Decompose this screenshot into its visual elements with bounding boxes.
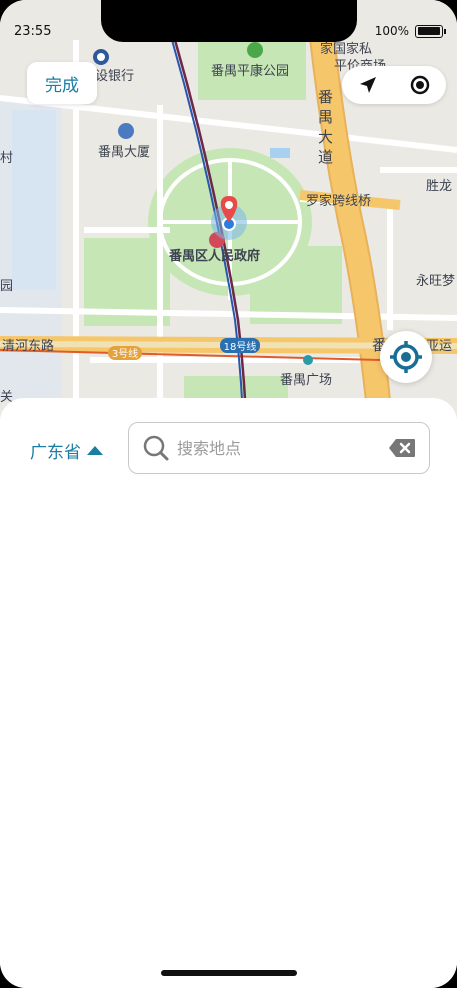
map-label-cun: 村: [0, 151, 13, 166]
plaza-poi-icon: [303, 355, 313, 365]
map-label-line3: 3号线: [112, 347, 138, 360]
map-label-park: 番禺平康公园: [211, 63, 289, 79]
search-box: [128, 422, 430, 474]
battery-percent: 100%: [374, 24, 409, 38]
triangle-up-icon: [87, 446, 103, 455]
status-time: 23:55: [14, 24, 52, 39]
battery-icon: [415, 24, 446, 38]
home-indicator[interactable]: [161, 970, 297, 976]
building-poi-icon: [118, 123, 134, 139]
search-sheet: 广东省: [0, 398, 457, 988]
notch: [101, 0, 357, 42]
map-label-building: 番禺大厦: [98, 145, 150, 160]
status-battery: 100%: [374, 24, 446, 38]
done-button[interactable]: 完成: [27, 62, 97, 104]
province-selector[interactable]: 广东省: [30, 438, 103, 463]
map-controls: [342, 66, 446, 104]
map-label-qinghe: 清河东路: [2, 338, 54, 354]
map-label-yuan: 园: [0, 279, 13, 294]
park-poi-icon: [247, 42, 263, 58]
map-label-yongwang: 永旺梦: [416, 274, 455, 289]
navigate-arrow-icon[interactable]: [348, 66, 388, 104]
map-label-plaza: 番禺广场: [280, 373, 332, 388]
map-label-shop1: 家国家私: [320, 41, 372, 57]
map-label-govt: 番禺区人民政府: [168, 248, 260, 264]
map-label-line18: 18号线: [224, 340, 257, 353]
search-icon: [141, 433, 171, 463]
map-label-bank: 设银行: [95, 69, 134, 84]
crosshair-locate-icon: [390, 341, 422, 373]
map-label-shenglong: 胜龙: [426, 179, 452, 194]
locate-button[interactable]: [380, 331, 432, 383]
search-input[interactable]: [175, 437, 387, 459]
backspace-clear-icon[interactable]: [387, 433, 417, 463]
province-label: 广东省: [30, 443, 81, 463]
record-circle-icon[interactable]: [400, 66, 440, 104]
phone-screen: 3号线 18号线 设银行 番禺平康公园 家国家私 平价商场 番禺大厦 村 胜龙 …: [0, 0, 457, 988]
map-label-luojia: 罗家跨线桥: [306, 193, 371, 209]
